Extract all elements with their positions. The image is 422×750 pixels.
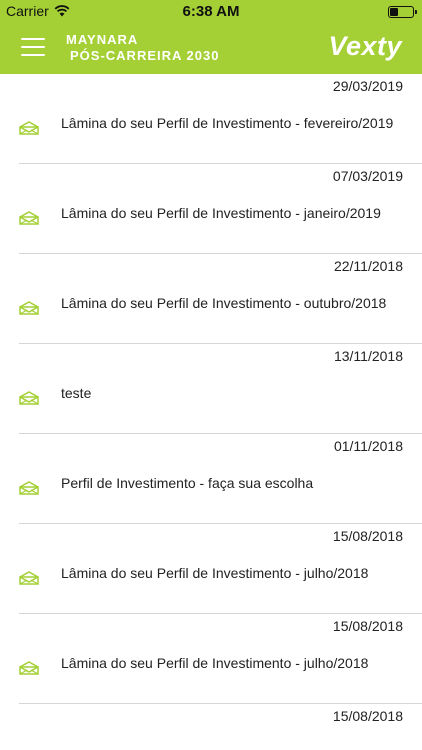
message-date: 29/03/2019	[332, 78, 403, 94]
message-date: 13/11/2018	[333, 348, 403, 364]
message-date: 07/03/2019	[332, 168, 403, 184]
message-item[interactable]: 13/11/2018 teste	[19, 344, 422, 434]
message-title: teste	[61, 385, 92, 401]
envelope-open-icon	[19, 481, 39, 495]
message-item[interactable]: 01/11/2018 Perfil de Investimento - faça …	[19, 434, 422, 524]
message-title: Lâmina do seu Perfil de Investimento - f…	[61, 115, 394, 131]
message-item-partial[interactable]: 15/08/2018	[19, 704, 422, 734]
message-date: 15/08/2018	[332, 708, 403, 724]
message-date: 01/11/2018	[333, 438, 403, 454]
envelope-open-icon	[19, 661, 39, 675]
message-title: Lâmina do seu Perfil de Investimento - o…	[61, 295, 387, 311]
message-item[interactable]: 22/11/2018 Lâmina do seu Perfil de Invest…	[19, 254, 422, 344]
message-item[interactable]: 07/03/2019 Lâmina do seu Perfil de Invest…	[19, 164, 422, 254]
message-date: 15/08/2018	[332, 618, 403, 634]
message-title: Perfil de Investimento - faça sua escolh…	[61, 475, 314, 491]
plan-name: PÓS-CARREIRA 2030	[70, 48, 220, 63]
message-date: 22/11/2018	[333, 258, 403, 274]
header-titles: MAYNARA PÓS-CARREIRA 2030	[66, 32, 219, 64]
message-date: 15/08/2018	[332, 528, 403, 544]
envelope-open-icon	[19, 301, 39, 315]
message-list: 29/03/2019 Lâmina do seu Perfil de Invest…	[0, 74, 422, 734]
message-title: Lâmina do seu Perfil de Investimento - j…	[61, 565, 369, 581]
brand-logo: Vexty	[328, 31, 402, 61]
envelope-open-icon	[19, 391, 39, 405]
user-name: MAYNARA	[66, 32, 139, 47]
envelope-open-icon	[19, 121, 39, 135]
status-bar: Carrier 6:38 AM	[0, 0, 422, 24]
clock: 6:38 AM	[182, 3, 240, 20]
menu-icon[interactable]	[21, 38, 45, 56]
message-title: Lâmina do seu Perfil de Investimento - j…	[61, 655, 369, 671]
envelope-open-icon	[19, 571, 39, 585]
message-item[interactable]: 29/03/2019 Lâmina do seu Perfil de Invest…	[19, 74, 422, 164]
battery-icon	[388, 6, 417, 18]
app-header: MAYNARA PÓS-CARREIRA 2030 Vexty	[0, 24, 422, 74]
message-item[interactable]: 15/08/2018 Lâmina do seu Perfil de Invest…	[19, 614, 422, 704]
message-title: Lâmina do seu Perfil de Investimento - j…	[61, 205, 381, 221]
envelope-open-icon	[19, 211, 39, 225]
message-item[interactable]: 15/08/2018 Lâmina do seu Perfil de Invest…	[19, 524, 422, 614]
